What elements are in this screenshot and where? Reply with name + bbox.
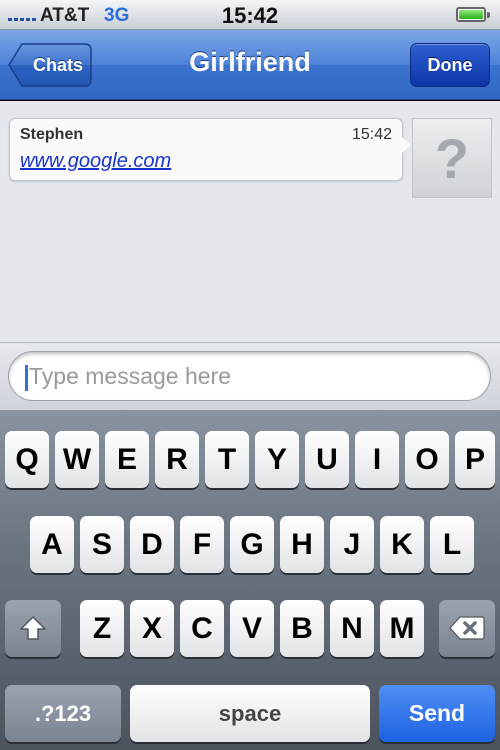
key-r[interactable]: R [155,431,199,488]
text-cursor [25,365,28,391]
key-m[interactable]: M [380,600,424,657]
delete-key[interactable] [439,600,495,657]
done-button[interactable]: Done [410,43,490,87]
key-i[interactable]: I [355,431,399,488]
key-u[interactable]: U [305,431,349,488]
key-e[interactable]: E [105,431,149,488]
key-p[interactable]: P [455,431,495,488]
key-q[interactable]: Q [5,431,49,488]
status-time: 15:42 [221,3,279,28]
message-input-bar [0,342,500,410]
question-mark-icon: ? [434,126,470,190]
key-h[interactable]: H [280,516,324,573]
numbers-mode-key[interactable]: .?123 [5,685,121,742]
space-key[interactable]: space [130,685,370,742]
avatar: ? [412,118,492,198]
message-bubble: Stephen 15:42 www.google.com [9,118,411,181]
key-z[interactable]: Z [80,600,124,657]
message-time: 15:42 [351,126,392,143]
key-n[interactable]: N [330,600,374,657]
backspace-icon [449,616,485,640]
key-c[interactable]: C [180,600,224,657]
shift-key[interactable] [5,600,61,657]
message-sender: Stephen [20,126,84,143]
key-x[interactable]: X [130,600,174,657]
battery-icon [456,7,490,22]
key-b[interactable]: B [280,600,324,657]
key-y[interactable]: Y [255,431,299,488]
key-w[interactable]: W [55,431,99,488]
key-g[interactable]: G [230,516,274,573]
key-v[interactable]: V [230,600,274,657]
key-a[interactable]: A [30,516,74,573]
message-input[interactable] [29,352,479,400]
key-l[interactable]: L [430,516,474,573]
key-s[interactable]: S [80,516,124,573]
message-field[interactable] [8,351,491,401]
key-k[interactable]: K [380,516,424,573]
navigation-bar: Chats Girlfriend Done [0,30,500,100]
message-link[interactable]: www.google.com [20,150,171,173]
key-t[interactable]: T [205,431,249,488]
send-button[interactable]: Send [379,685,495,742]
on-screen-keyboard: Q W E R T Y U I O P A S D F G H J K L Z … [0,410,500,750]
key-o[interactable]: O [405,431,449,488]
status-bar: AT&T 3G 15:42 [0,0,500,30]
key-j[interactable]: J [330,516,374,573]
key-f[interactable]: F [180,516,224,573]
shift-arrow-icon [20,616,46,640]
chat-transcript: Stephen 15:42 www.google.com ? [0,101,500,342]
key-d[interactable]: D [130,516,174,573]
